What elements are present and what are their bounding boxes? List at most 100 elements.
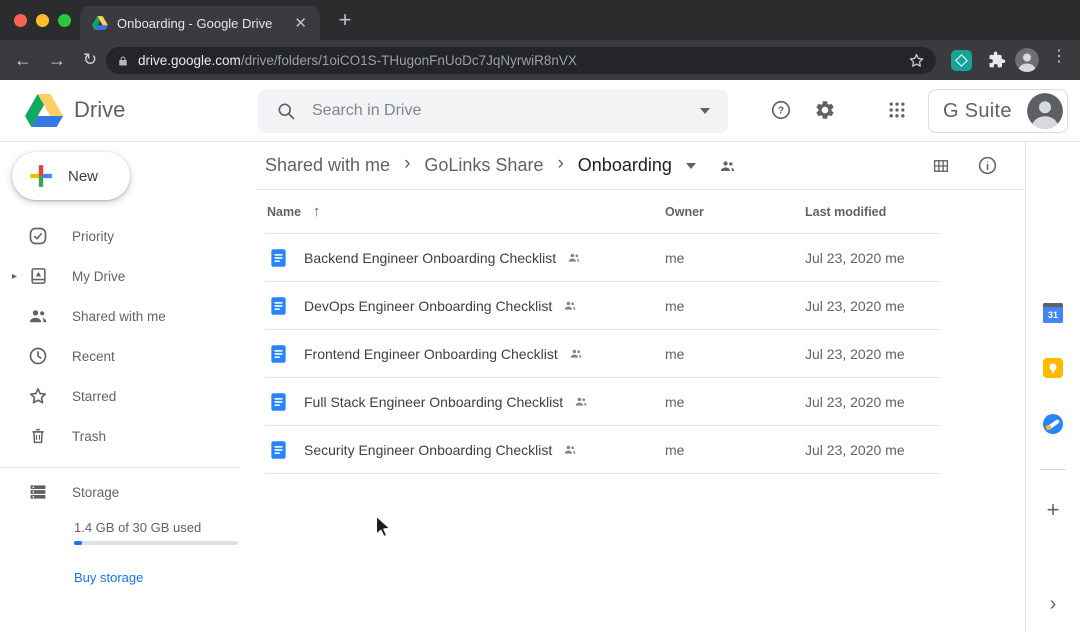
add-panel-icon[interactable]: + — [1047, 500, 1060, 520]
sidebar-item-shared-with-me[interactable]: Shared with me — [0, 296, 256, 336]
reload-icon[interactable]: ↻ — [77, 48, 103, 72]
google-docs-icon — [269, 343, 288, 365]
url-domain: drive.google.com — [138, 53, 241, 68]
sort-ascending-icon[interactable]: ↑ — [313, 203, 321, 220]
extension-icon[interactable] — [951, 50, 972, 71]
sidebar-item-priority[interactable]: Priority — [0, 216, 256, 256]
info-icon[interactable] — [977, 155, 998, 176]
gsuite-account-badge[interactable]: G Suite — [928, 89, 1068, 133]
folder-menu-caret-icon[interactable] — [686, 163, 696, 169]
gsuite-label: G Suite — [943, 100, 1012, 123]
buy-storage-link[interactable]: Buy storage — [74, 570, 143, 585]
new-tab-button[interactable]: + — [331, 8, 359, 34]
column-name[interactable]: Name — [267, 205, 301, 219]
sidebar-item-my-drive[interactable]: ▸ My Drive — [0, 256, 256, 296]
sidebar-item-storage[interactable]: Storage — [0, 472, 256, 512]
file-modified: Jul 23, 2020 me — [805, 442, 941, 458]
storage-progress-fill — [74, 541, 82, 545]
file-modified: Jul 23, 2020 me — [805, 298, 941, 314]
table-row[interactable]: Security Engineer Onboarding Checklist m… — [265, 426, 941, 474]
google-tasks-icon[interactable] — [1043, 414, 1063, 434]
file-table: Name ↑ Owner Last modified Backend Engin… — [265, 190, 941, 474]
side-panel-rail: 31 + › — [1025, 142, 1080, 632]
storage-progress-bar — [74, 541, 238, 545]
window-controls — [14, 14, 71, 27]
sidebar-item-starred[interactable]: Starred — [0, 376, 256, 416]
chevron-right-icon: › — [557, 153, 563, 175]
file-owner: me — [665, 298, 805, 314]
storage-icon — [28, 482, 48, 502]
shared-people-icon — [562, 299, 578, 312]
breadcrumb-golinks-share[interactable]: GoLinks Share — [424, 155, 543, 176]
table-row[interactable]: Frontend Engineer Onboarding Checklist m… — [265, 330, 941, 378]
clock-icon — [28, 346, 48, 366]
google-docs-icon — [269, 391, 288, 413]
collapse-panel-chevron-icon[interactable]: › — [1050, 594, 1057, 614]
settings-gear-icon[interactable] — [805, 90, 845, 130]
multicolor-plus-icon — [28, 163, 54, 189]
breadcrumb: Shared with me › GoLinks Share › Onboard… — [256, 142, 1025, 190]
help-icon[interactable]: ? — [761, 90, 801, 130]
close-tab-icon[interactable]: ✕ — [291, 16, 310, 31]
close-window-button[interactable] — [14, 14, 27, 27]
expand-caret-icon[interactable]: ▸ — [12, 271, 28, 282]
extensions-puzzle-icon[interactable] — [986, 50, 1006, 70]
breadcrumb-shared-with-me[interactable]: Shared with me — [265, 155, 390, 176]
file-name: Backend Engineer Onboarding Checklist — [304, 250, 556, 266]
browser-tab[interactable]: Onboarding - Google Drive ✕ — [80, 6, 320, 40]
browser-toolbar: ← → ↻ drive.google.com/drive/folders/1oi… — [0, 40, 1080, 80]
google-docs-icon — [269, 295, 288, 317]
table-row[interactable]: Full Stack Engineer Onboarding Checklist… — [265, 378, 941, 426]
sidebar-item-recent[interactable]: Recent — [0, 336, 256, 376]
bookmark-star-icon[interactable] — [908, 52, 925, 69]
file-table-body: Backend Engineer Onboarding Checklist me… — [265, 234, 941, 474]
storage-usage-text: 1.4 GB of 30 GB used — [74, 520, 201, 535]
file-name: Full Stack Engineer Onboarding Checklist — [304, 394, 563, 410]
browser-menu-icon[interactable]: ⋮ — [1051, 53, 1065, 60]
address-bar[interactable]: drive.google.com/drive/folders/1oiCO1S-T… — [106, 47, 936, 74]
table-row[interactable]: DevOps Engineer Onboarding Checklist me … — [265, 282, 941, 330]
search-options-caret-icon[interactable] — [700, 108, 710, 114]
shared-people-icon — [568, 347, 584, 360]
grid-view-icon[interactable] — [931, 157, 951, 175]
shared-people-icon — [28, 306, 48, 326]
minimize-window-button[interactable] — [36, 14, 49, 27]
folder-shared-icon — [718, 158, 737, 174]
file-modified: Jul 23, 2020 me — [805, 346, 941, 362]
file-owner: me — [665, 442, 805, 458]
drive-logo[interactable] — [25, 94, 63, 127]
file-owner: me — [665, 394, 805, 410]
sidebar-divider — [0, 467, 240, 468]
back-icon[interactable]: ← — [10, 48, 36, 72]
main-content: Shared with me › GoLinks Share › Onboard… — [256, 142, 1025, 632]
trash-icon — [28, 426, 48, 446]
google-calendar-icon[interactable]: 31 — [1043, 303, 1063, 323]
google-keep-icon[interactable] — [1043, 358, 1063, 378]
shared-people-icon — [566, 251, 582, 264]
extension-diamond-glyph — [955, 54, 968, 67]
file-owner: me — [665, 346, 805, 362]
breadcrumb-onboarding[interactable]: Onboarding — [578, 155, 672, 176]
search-bar[interactable]: Search in Drive — [258, 89, 728, 133]
google-apps-grid-icon[interactable] — [877, 90, 917, 130]
sidebar-item-trash[interactable]: Trash — [0, 416, 256, 456]
new-button[interactable]: New — [12, 152, 130, 200]
svg-text:?: ? — [778, 106, 784, 117]
sidebar-nav: Priority ▸ My Drive Shared with me Recen… — [0, 216, 256, 456]
column-owner[interactable]: Owner — [665, 205, 805, 219]
forward-icon[interactable]: → — [44, 48, 70, 72]
file-modified: Jul 23, 2020 me — [805, 394, 941, 410]
account-avatar[interactable] — [1027, 93, 1063, 129]
search-input[interactable]: Search in Drive — [312, 102, 421, 120]
google-docs-icon — [269, 439, 288, 461]
table-row[interactable]: Backend Engineer Onboarding Checklist me… — [265, 234, 941, 282]
drive-wordmark: Drive — [74, 97, 125, 123]
browser-profile-avatar[interactable] — [1015, 48, 1039, 72]
new-button-label: New — [68, 168, 98, 185]
zoom-window-button[interactable] — [58, 14, 71, 27]
drive-favicon — [92, 16, 108, 30]
column-last-modified[interactable]: Last modified — [805, 205, 941, 219]
file-modified: Jul 23, 2020 me — [805, 250, 941, 266]
chevron-right-icon: › — [404, 153, 410, 175]
google-docs-icon — [269, 247, 288, 269]
